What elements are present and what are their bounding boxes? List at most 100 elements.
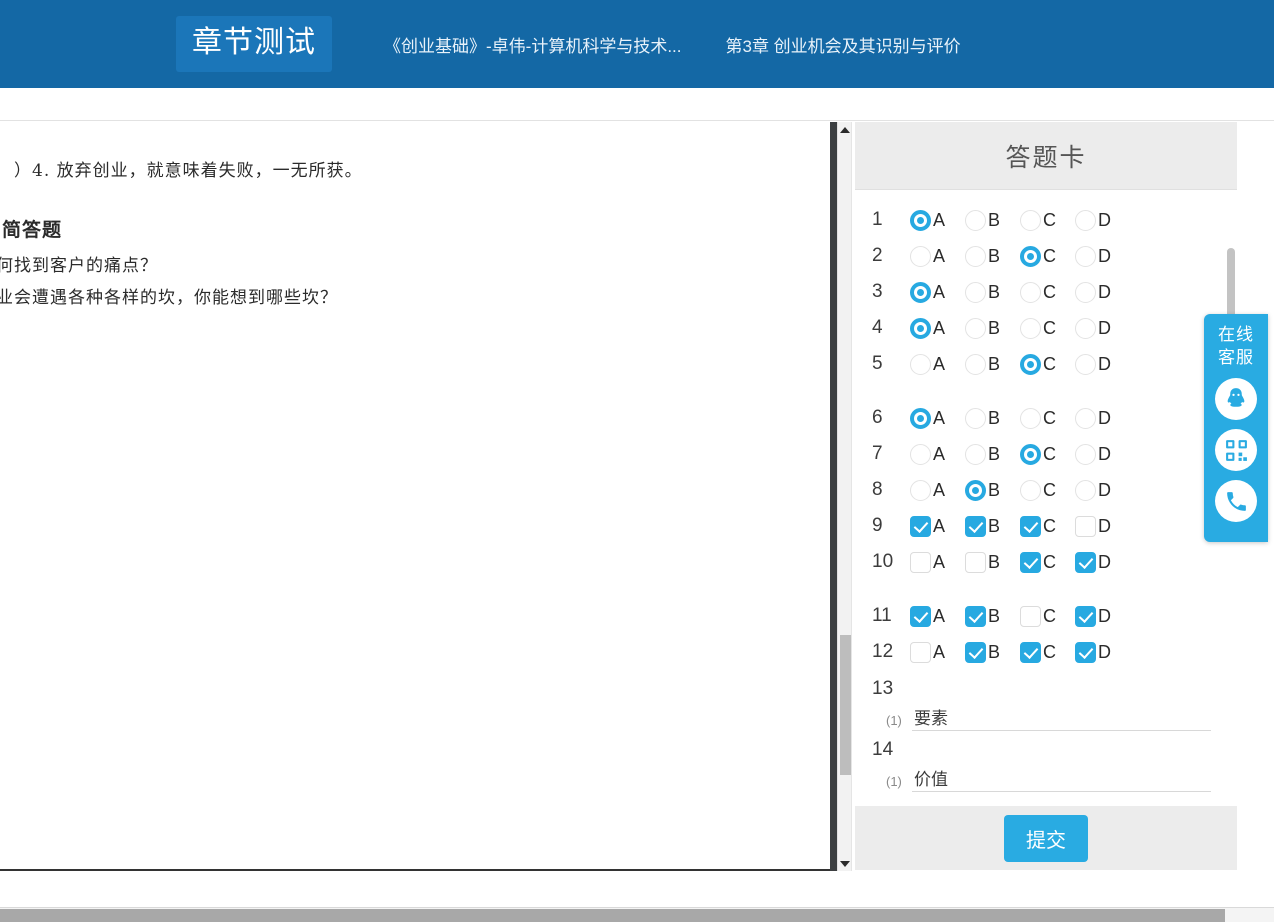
option-3-D[interactable]: D: [1075, 281, 1130, 303]
radio-unselected-icon[interactable]: [965, 407, 986, 429]
option-3-A[interactable]: A: [910, 281, 965, 303]
option-6-C[interactable]: C: [1020, 407, 1075, 429]
scroll-up-arrow-icon[interactable]: [838, 122, 852, 137]
radio-selected-icon[interactable]: [910, 317, 931, 339]
option-4-B[interactable]: B: [965, 317, 1020, 339]
fill-blank-input[interactable]: [912, 704, 1211, 731]
radio-unselected-icon[interactable]: [1075, 443, 1096, 465]
option-1-B[interactable]: B: [965, 209, 1020, 231]
radio-unselected-icon[interactable]: [965, 245, 986, 267]
option-8-D[interactable]: D: [1075, 479, 1130, 501]
radio-selected-icon[interactable]: [1020, 443, 1041, 465]
scroll-down-arrow-icon[interactable]: [838, 856, 852, 871]
breadcrumb-course[interactable]: 《创业基础》-卓伟-计算机科学与技术...: [384, 32, 682, 57]
radio-selected-icon[interactable]: [910, 407, 931, 429]
submit-button[interactable]: 提交: [1004, 814, 1088, 862]
option-9-C[interactable]: C: [1020, 515, 1075, 537]
radio-unselected-icon[interactable]: [1020, 407, 1041, 429]
radio-unselected-icon[interactable]: [965, 317, 986, 339]
radio-unselected-icon[interactable]: [1020, 209, 1041, 231]
fill-blank-input[interactable]: [912, 765, 1211, 792]
document-vertical-scrollbar[interactable]: [837, 122, 851, 871]
radio-selected-icon[interactable]: [910, 209, 931, 231]
option-1-D[interactable]: D: [1075, 209, 1130, 231]
vertical-scroll-thumb[interactable]: [840, 635, 851, 775]
checkbox-checked-icon[interactable]: [1075, 641, 1096, 663]
option-11-C[interactable]: C: [1020, 605, 1075, 627]
phone-icon[interactable]: [1215, 480, 1257, 522]
option-9-D[interactable]: D: [1075, 515, 1130, 537]
horizontal-scrollbar[interactable]: [0, 907, 1274, 922]
option-5-D[interactable]: D: [1075, 353, 1130, 375]
option-4-A[interactable]: A: [910, 317, 965, 339]
option-9-A[interactable]: A: [910, 515, 965, 537]
option-11-D[interactable]: D: [1075, 605, 1130, 627]
option-11-B[interactable]: B: [965, 605, 1020, 627]
radio-unselected-icon[interactable]: [965, 353, 986, 375]
radio-unselected-icon[interactable]: [1020, 479, 1041, 501]
radio-unselected-icon[interactable]: [910, 245, 931, 267]
checkbox-checked-icon[interactable]: [1020, 515, 1041, 537]
checkbox-checked-icon[interactable]: [910, 515, 931, 537]
option-8-B[interactable]: B: [965, 479, 1020, 501]
option-12-B[interactable]: B: [965, 641, 1020, 663]
horizontal-scroll-thumb[interactable]: [0, 909, 1225, 922]
radio-unselected-icon[interactable]: [1075, 353, 1096, 375]
radio-unselected-icon[interactable]: [1075, 209, 1096, 231]
checkbox-checked-icon[interactable]: [1075, 551, 1096, 573]
checkbox-checked-icon[interactable]: [965, 515, 986, 537]
option-7-B[interactable]: B: [965, 443, 1020, 465]
radio-unselected-icon[interactable]: [1020, 281, 1041, 303]
radio-selected-icon[interactable]: [910, 281, 931, 303]
checkbox-checked-icon[interactable]: [965, 605, 986, 627]
radio-unselected-icon[interactable]: [965, 443, 986, 465]
option-4-D[interactable]: D: [1075, 317, 1130, 339]
radio-unselected-icon[interactable]: [910, 479, 931, 501]
option-5-A[interactable]: A: [910, 353, 965, 375]
checkbox-unchecked-icon[interactable]: [1020, 605, 1041, 627]
radio-unselected-icon[interactable]: [1075, 479, 1096, 501]
document-viewer[interactable]: ）4. 放弃创业，就意味着失败，一无所获。 、简答题 如何找到客户的痛点？ 创业…: [0, 122, 830, 871]
radio-unselected-icon[interactable]: [965, 281, 986, 303]
option-6-D[interactable]: D: [1075, 407, 1130, 429]
option-7-D[interactable]: D: [1075, 443, 1130, 465]
option-2-C[interactable]: C: [1020, 245, 1075, 267]
option-3-C[interactable]: C: [1020, 281, 1075, 303]
radio-unselected-icon[interactable]: [965, 209, 986, 231]
qrcode-icon[interactable]: [1215, 429, 1257, 471]
option-2-D[interactable]: D: [1075, 245, 1130, 267]
option-3-B[interactable]: B: [965, 281, 1020, 303]
option-2-B[interactable]: B: [965, 245, 1020, 267]
option-8-C[interactable]: C: [1020, 479, 1075, 501]
option-12-A[interactable]: A: [910, 641, 965, 663]
option-6-A[interactable]: A: [910, 407, 965, 429]
radio-selected-icon[interactable]: [1020, 353, 1041, 375]
option-11-A[interactable]: A: [910, 605, 965, 627]
option-12-C[interactable]: C: [1020, 641, 1075, 663]
option-1-A[interactable]: A: [910, 209, 965, 231]
answer-card-body[interactable]: 1 A B C D 2 A B C D 3 A B C D 4 A B C D 5 A B C D 6 A B C D 7 A B C D 8 A B C D…: [855, 190, 1237, 806]
radio-unselected-icon[interactable]: [1075, 245, 1096, 267]
checkbox-unchecked-icon[interactable]: [1075, 515, 1096, 537]
radio-selected-icon[interactable]: [1020, 245, 1041, 267]
option-10-C[interactable]: C: [1020, 551, 1075, 573]
option-5-B[interactable]: B: [965, 353, 1020, 375]
checkbox-checked-icon[interactable]: [965, 641, 986, 663]
checkbox-unchecked-icon[interactable]: [910, 551, 931, 573]
online-service-widget[interactable]: 在线 客服: [1204, 314, 1268, 542]
answer-card-scroll-thumb[interactable]: [1227, 248, 1235, 322]
radio-unselected-icon[interactable]: [1020, 317, 1041, 339]
checkbox-checked-icon[interactable]: [910, 605, 931, 627]
radio-unselected-icon[interactable]: [910, 443, 931, 465]
option-7-A[interactable]: A: [910, 443, 965, 465]
checkbox-unchecked-icon[interactable]: [965, 551, 986, 573]
option-5-C[interactable]: C: [1020, 353, 1075, 375]
option-2-A[interactable]: A: [910, 245, 965, 267]
option-9-B[interactable]: B: [965, 515, 1020, 537]
option-10-A[interactable]: A: [910, 551, 965, 573]
option-12-D[interactable]: D: [1075, 641, 1130, 663]
radio-unselected-icon[interactable]: [910, 353, 931, 375]
radio-unselected-icon[interactable]: [1075, 281, 1096, 303]
radio-unselected-icon[interactable]: [1075, 317, 1096, 339]
option-4-C[interactable]: C: [1020, 317, 1075, 339]
